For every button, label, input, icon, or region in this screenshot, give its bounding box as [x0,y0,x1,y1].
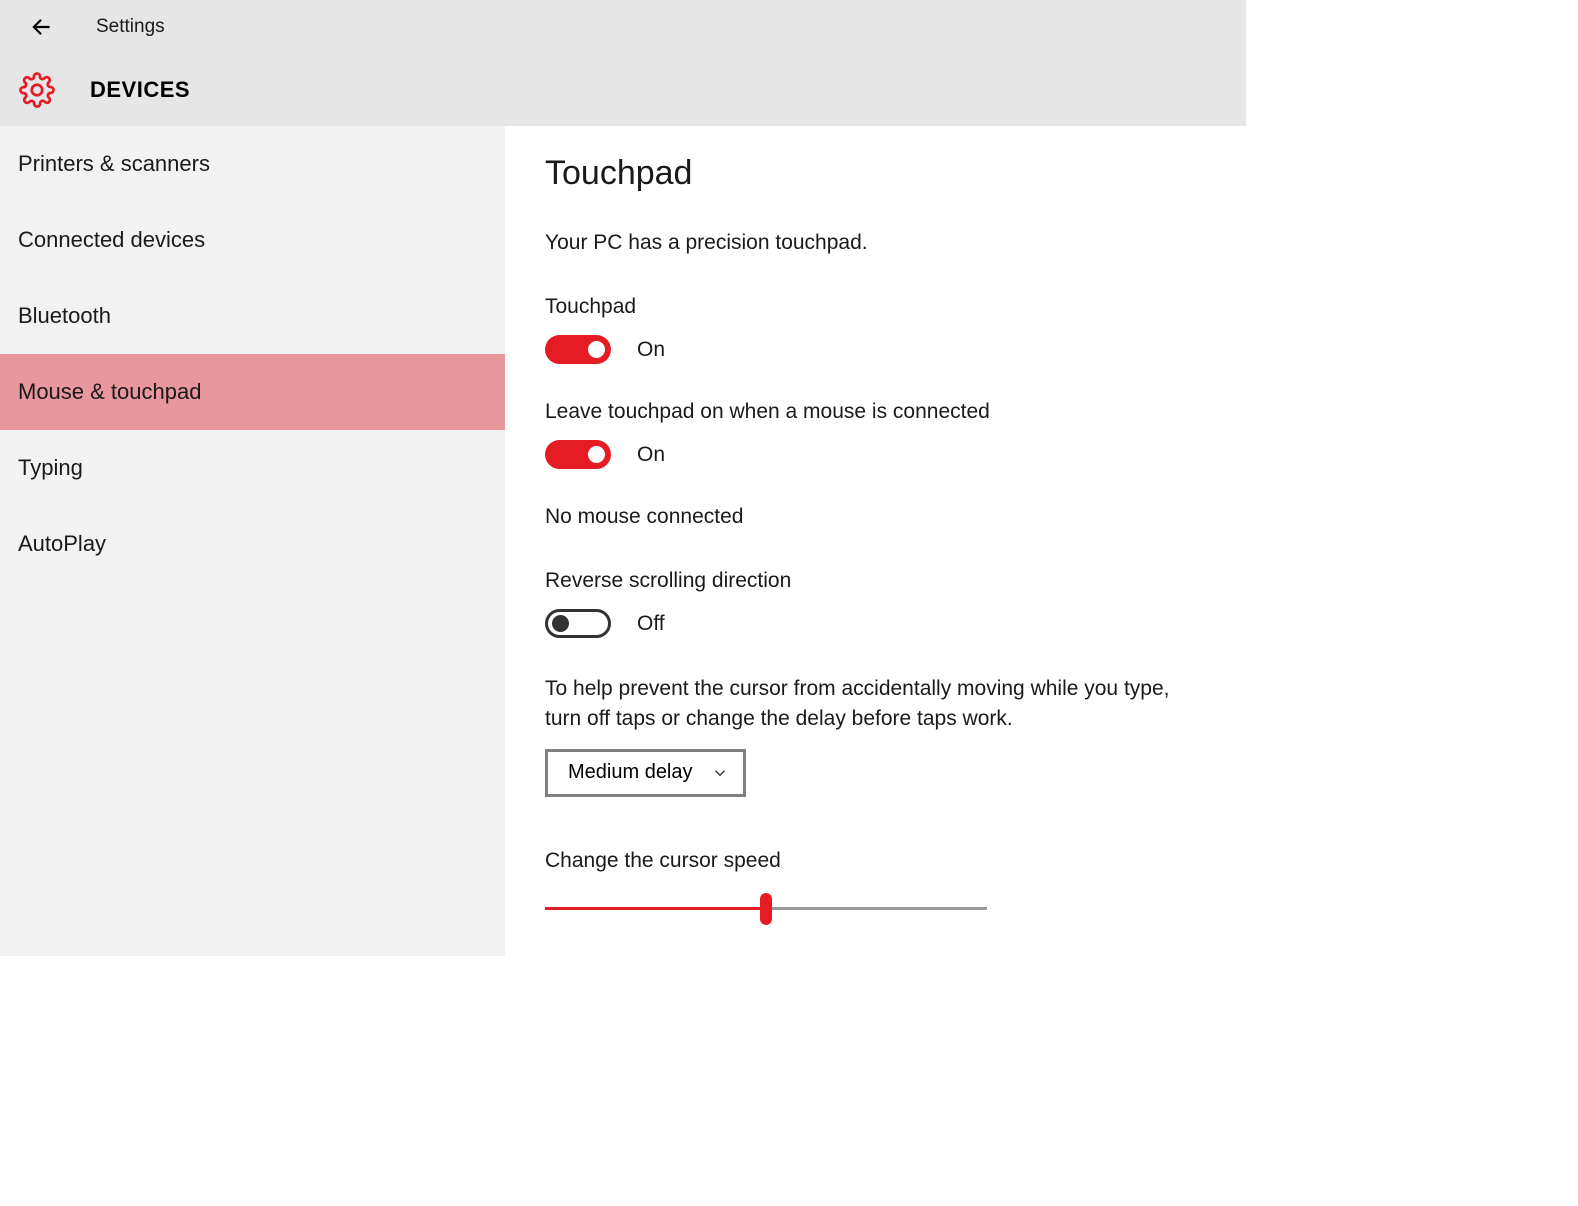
tap-delay-help-text: To help prevent the cursor from accident… [545,674,1196,735]
touchpad-toggle-state: On [637,338,665,362]
touchpad-toggle-row: On [545,335,1196,364]
leave-on-toggle-label: Leave touchpad on when a mouse is connec… [545,400,1196,424]
chevron-down-icon [711,764,729,782]
slider-thumb[interactable] [760,893,772,925]
sidebar-item-label: AutoPlay [18,531,106,557]
leave-on-toggle-state: On [637,443,665,467]
tap-delay-dropdown[interactable]: Medium delay [545,749,746,797]
body-container: Printers & scanners Connected devices Bl… [0,126,1246,956]
slider-track-empty [766,907,987,910]
sidebar-item-label: Typing [18,455,83,481]
page-heading: Touchpad [545,154,1196,193]
reverse-scroll-toggle[interactable] [545,609,611,638]
gear-icon [19,72,55,108]
back-button[interactable] [24,10,58,44]
reverse-scroll-toggle-label: Reverse scrolling direction [545,569,1196,593]
sidebar-item-printers-scanners[interactable]: Printers & scanners [0,126,505,202]
leave-on-toggle[interactable] [545,440,611,469]
content-pane: Touchpad Your PC has a precision touchpa… [505,126,1246,956]
cursor-speed-label: Change the cursor speed [545,849,1196,873]
toggle-knob [588,341,605,358]
header-sub-row: DEVICES [0,54,1246,126]
sidebar: Printers & scanners Connected devices Bl… [0,126,505,956]
sidebar-item-label: Printers & scanners [18,151,210,177]
sidebar-item-autoplay[interactable]: AutoPlay [0,506,505,582]
reverse-scroll-toggle-row: Off [545,609,1196,638]
touchpad-toggle[interactable] [545,335,611,364]
sidebar-item-bluetooth[interactable]: Bluetooth [0,278,505,354]
back-arrow-icon [28,14,54,40]
header-bar: Settings DEVICES [0,0,1246,126]
section-title: DEVICES [90,77,190,103]
toggle-knob [552,615,569,632]
sidebar-item-label: Bluetooth [18,303,111,329]
reverse-scroll-toggle-state: Off [637,612,665,636]
sidebar-item-connected-devices[interactable]: Connected devices [0,202,505,278]
touchpad-toggle-label: Touchpad [545,295,1196,319]
sidebar-item-label: Mouse & touchpad [18,379,201,405]
toggle-knob [588,446,605,463]
header-top-row: Settings [0,0,1246,54]
slider-track-filled [545,907,766,910]
devices-icon [14,67,60,113]
header-title: Settings [96,16,165,38]
cursor-speed-slider[interactable] [545,897,987,921]
leave-on-toggle-row: On [545,440,1196,469]
tap-delay-selected: Medium delay [568,761,693,784]
sidebar-item-mouse-touchpad[interactable]: Mouse & touchpad [0,354,505,430]
sidebar-item-typing[interactable]: Typing [0,430,505,506]
mouse-status: No mouse connected [545,505,1196,529]
sidebar-item-label: Connected devices [18,227,205,253]
page-subheading: Your PC has a precision touchpad. [545,231,1196,255]
